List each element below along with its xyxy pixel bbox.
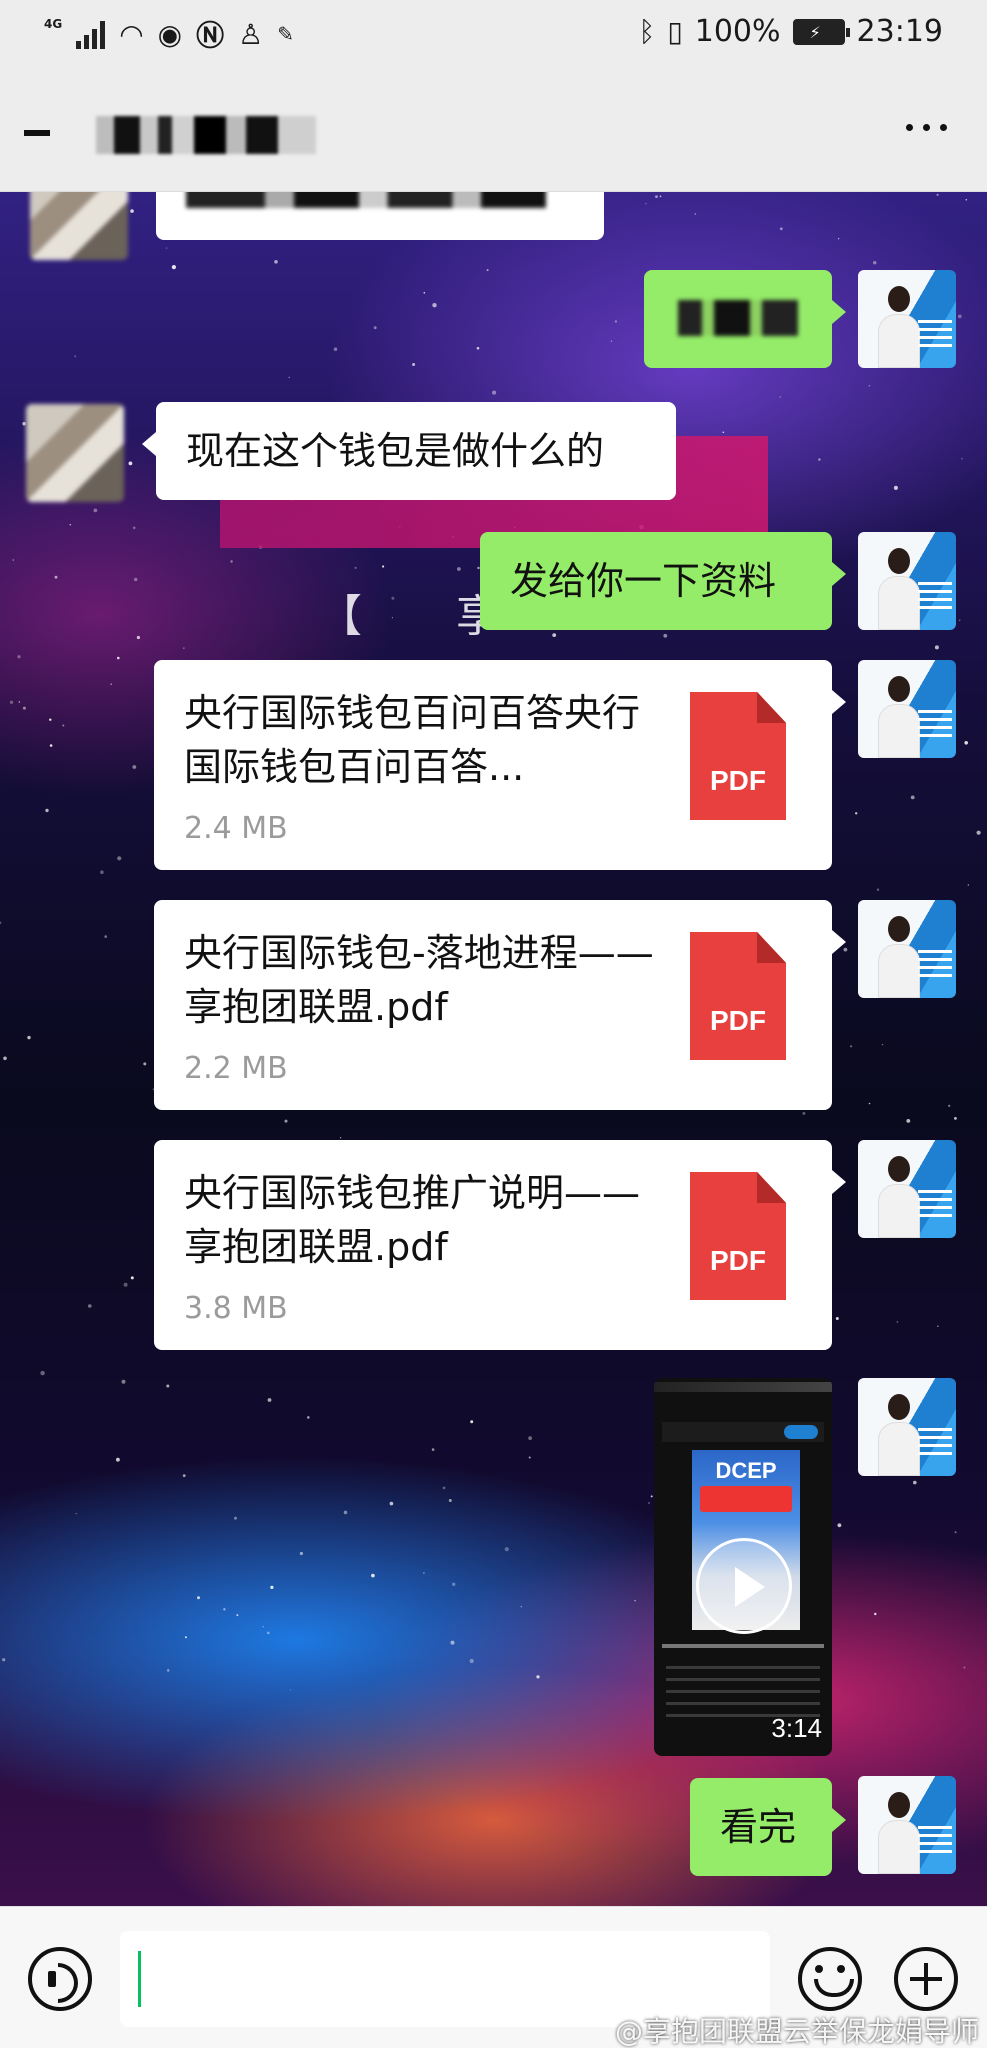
play-icon[interactable] <box>696 1538 792 1634</box>
network-type: 4G <box>44 17 63 31</box>
message-bubble[interactable]: 现在这个钱包是做什么的 <box>142 402 676 500</box>
video-title: DCEP <box>715 1458 777 1483</box>
file-message[interactable]: 央行国际钱包-落地进程——享抱团联盟.pdf 2.2 MB PDF <box>154 900 846 1110</box>
app-notification-icon: ✎ <box>277 22 294 46</box>
voice-icon[interactable] <box>28 1947 92 2011</box>
message-list[interactable]: 现在这个钱包是做什么的 发给你一下资料 央行国际钱包百问百答央行国际钱包百问百答… <box>0 192 987 1906</box>
chat-title-redacted <box>96 116 316 154</box>
file-message[interactable]: 央行国际钱包推广说明——享抱团联盟.pdf 3.8 MB PDF <box>154 1140 846 1350</box>
file-name: 央行国际钱包-落地进程——享抱团联盟.pdf <box>184 931 654 1029</box>
plus-icon[interactable] <box>894 1947 958 2011</box>
pdf-file-icon: PDF <box>690 1172 786 1300</box>
vibrate-icon: ▯ <box>667 15 683 48</box>
video-thumbnail-status <box>654 1382 832 1392</box>
signal-icon <box>76 19 106 49</box>
message-text: 现在这个钱包是做什么的 <box>186 429 605 473</box>
battery-percent: 100% <box>694 14 781 49</box>
message-text: 看完 <box>720 1805 797 1849</box>
avatar-self[interactable] <box>858 1378 956 1476</box>
avatar-self[interactable] <box>858 900 956 998</box>
emoji-icon[interactable] <box>798 1947 862 2011</box>
redacted-text <box>186 192 546 208</box>
message-bubble[interactable]: 发给你一下资料 <box>480 532 846 630</box>
redacted-text <box>678 300 798 336</box>
pdf-file-icon: PDF <box>690 692 786 820</box>
message-bubble[interactable]: 看完 <box>690 1778 846 1876</box>
message-bubble-redacted[interactable] <box>156 192 604 240</box>
video-thumbnail-channel <box>662 1422 824 1442</box>
avatar-other[interactable] <box>26 404 124 502</box>
avatar-self[interactable] <box>858 1776 956 1874</box>
file-name: 央行国际钱包推广说明——享抱团联盟.pdf <box>184 1171 641 1269</box>
battery-icon: ⚡ <box>792 18 850 45</box>
chat-header <box>0 72 987 192</box>
avatar-self[interactable] <box>858 532 956 630</box>
back-button[interactable] <box>24 112 56 152</box>
more-button[interactable] <box>906 124 947 131</box>
nfc-icon: Ⓝ <box>196 19 225 52</box>
pdf-file-icon: PDF <box>690 932 786 1060</box>
wifi-icon: ◠ <box>119 17 144 51</box>
file-name: 央行国际钱包百问百答央行国际钱包百问百答... <box>184 691 641 789</box>
video-message[interactable]: DCEP 3:14 <box>654 1378 832 1756</box>
back-icon <box>24 130 50 136</box>
message-bubble-redacted[interactable] <box>644 270 846 368</box>
avatar-self[interactable] <box>858 270 956 368</box>
more-dots-icon <box>906 124 913 131</box>
eye-icon: ◉ <box>157 17 183 51</box>
bluetooth-icon: ᛒ <box>638 15 656 48</box>
status-bar: 4G ◠ ◉ Ⓝ ♙ ✎ ᛒ ▯ 100% ⚡ 23:19 <box>0 0 987 72</box>
avatar-self[interactable] <box>858 1140 956 1238</box>
message-text: 发给你一下资料 <box>510 559 777 603</box>
clock: 23:19 <box>856 14 943 49</box>
qq-icon: ♙ <box>238 17 264 51</box>
file-message[interactable]: 央行国际钱包百问百答央行国际钱包百问百答... 2.4 MB PDF <box>154 660 846 870</box>
text-caret <box>138 1951 141 2007</box>
avatar-self[interactable] <box>858 660 956 758</box>
video-duration: 3:14 <box>771 1713 822 1743</box>
watermark: @享抱团联盟云举保龙娟导师 <box>614 2015 979 2048</box>
avatar-other[interactable] <box>30 192 128 260</box>
